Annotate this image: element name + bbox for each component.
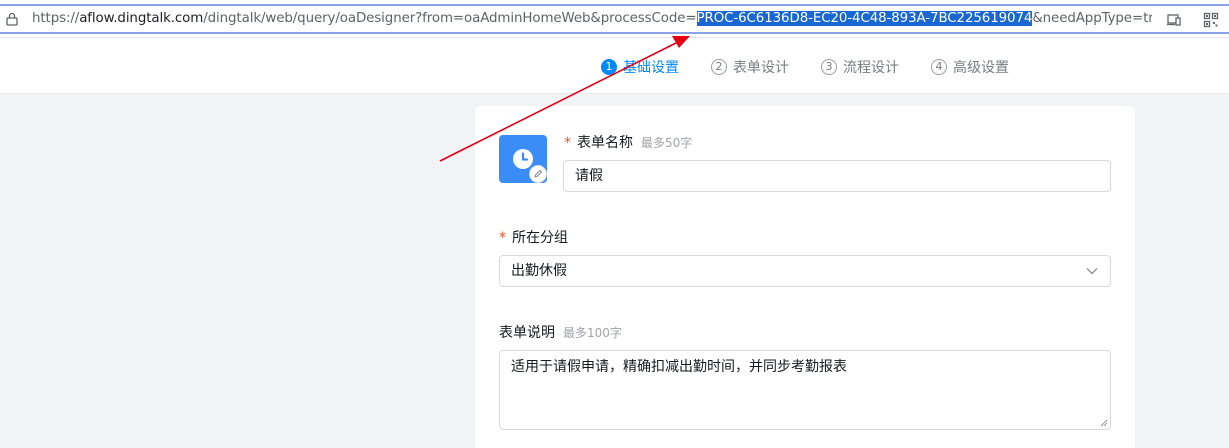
step-number: 1 [601,59,617,75]
cast-icon[interactable] [1166,12,1182,28]
url-path: /dingtalk/web/query/oaDesigner?from=oaAd… [203,11,697,26]
group-label-text: 所在分组 [512,230,568,246]
step-label: 流程设计 [843,60,899,76]
step-label: 表单设计 [733,60,789,76]
description-hint: 最多100字 [563,326,622,340]
group-label: * 所在分组 [499,227,568,247]
edit-icon [534,169,543,178]
lock-icon[interactable] [6,12,18,26]
step-number: 2 [711,59,727,75]
url-suffix: &needAppType=true&appTy [1032,11,1152,26]
form-name-input[interactable]: 请假 [563,160,1111,192]
step-label: 高级设置 [953,60,1009,76]
step-navigation: 1 基础设置 2 表单设计 3 流程设计 4 高级设置 [0,38,1229,94]
required-mark: * [499,230,506,246]
step-form-design[interactable]: 2 表单设计 [711,58,789,76]
browser-address-bar: https://aflow.dingtalk.com/dingtalk/web/… [0,0,1229,38]
step-number: 4 [931,59,947,75]
required-mark: * [564,135,571,151]
url-selected-process-code: PROC-6C6136D8-EC20-4C48-893A-7BC22561907… [696,11,1033,26]
step-advanced-settings[interactable]: 4 高级设置 [931,58,1009,76]
form-name-label-text: 表单名称 [577,135,633,151]
edit-icon-button[interactable] [529,165,547,183]
group-select-value: 出勤休假 [511,263,567,279]
url-host: aflow.dingtalk.com [79,11,204,26]
chevron-down-icon [1086,268,1098,275]
form-name-label: * 表单名称 最多50字 [564,132,692,152]
description-textarea[interactable]: 适用于请假申请，精确扣减出勤时间，并同步考勤报表 [499,350,1111,430]
step-process-design[interactable]: 3 流程设计 [821,58,899,76]
url-prefix: https:// [32,11,80,26]
step-basic-settings[interactable]: 1 基础设置 [601,58,679,76]
description-label: 表单说明 最多100字 [499,322,622,342]
group-select[interactable]: 出勤休假 [499,255,1111,287]
description-label-text: 表单说明 [499,325,555,341]
form-name-hint: 最多50字 [641,136,693,150]
resize-handle-icon[interactable] [1100,419,1108,427]
basic-settings-card: * 表单名称 最多50字 请假 * 所在分组 出勤休假 表单说明 最多100字 适用于请… [475,106,1135,448]
description-text: 适用于请假申请，精确扣减出勤时间，并同步考勤报表 [511,359,847,375]
step-label: 基础设置 [623,60,679,76]
url-field[interactable]: https://aflow.dingtalk.com/dingtalk/web/… [0,4,1229,34]
step-number: 3 [821,59,837,75]
qr-code-icon[interactable] [1203,12,1219,28]
url-text[interactable]: https://aflow.dingtalk.com/dingtalk/web/… [32,9,1152,29]
